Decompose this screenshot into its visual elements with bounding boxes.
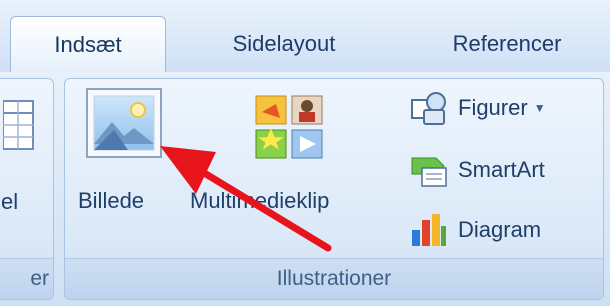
smartart-icon	[411, 157, 447, 187]
tab-referencer[interactable]: Referencer	[412, 16, 602, 72]
smartart-button-label: SmartArt	[458, 157, 545, 182]
chart-icon	[412, 214, 446, 246]
table-icon[interactable]	[2, 99, 35, 151]
tab-sidelayout[interactable]: Sidelayout	[186, 16, 382, 72]
tables-group: el er	[0, 78, 54, 300]
illustrations-group-label: Illustrationer	[65, 258, 603, 299]
picture-icon	[93, 95, 155, 151]
chart-button[interactable]: Diagram	[410, 210, 541, 250]
smartart-button[interactable]: SmartArt	[410, 150, 545, 190]
tables-group-label: er	[0, 258, 53, 299]
tab-indsaet[interactable]: Indsæt	[10, 16, 166, 73]
clip-art-icon[interactable]	[252, 94, 328, 160]
clip-art-button-label[interactable]: Multimedieklip	[190, 188, 329, 214]
shapes-button-label: Figurer	[458, 95, 528, 120]
shapes-icon	[411, 92, 446, 125]
picture-button-label[interactable]: Billede	[78, 188, 144, 214]
shapes-button[interactable]: Figurer ▼	[410, 88, 546, 128]
ribbon-panel: el er Illustrationer Billede Multimediek…	[0, 72, 610, 306]
ribbon-tab-strip: Indsæt Sidelayout Referencer	[0, 0, 610, 73]
picture-button[interactable]	[86, 88, 162, 158]
chevron-down-icon: ▼	[533, 101, 546, 115]
chart-button-label: Diagram	[458, 217, 542, 242]
tables-item-label[interactable]: el	[1, 189, 18, 215]
